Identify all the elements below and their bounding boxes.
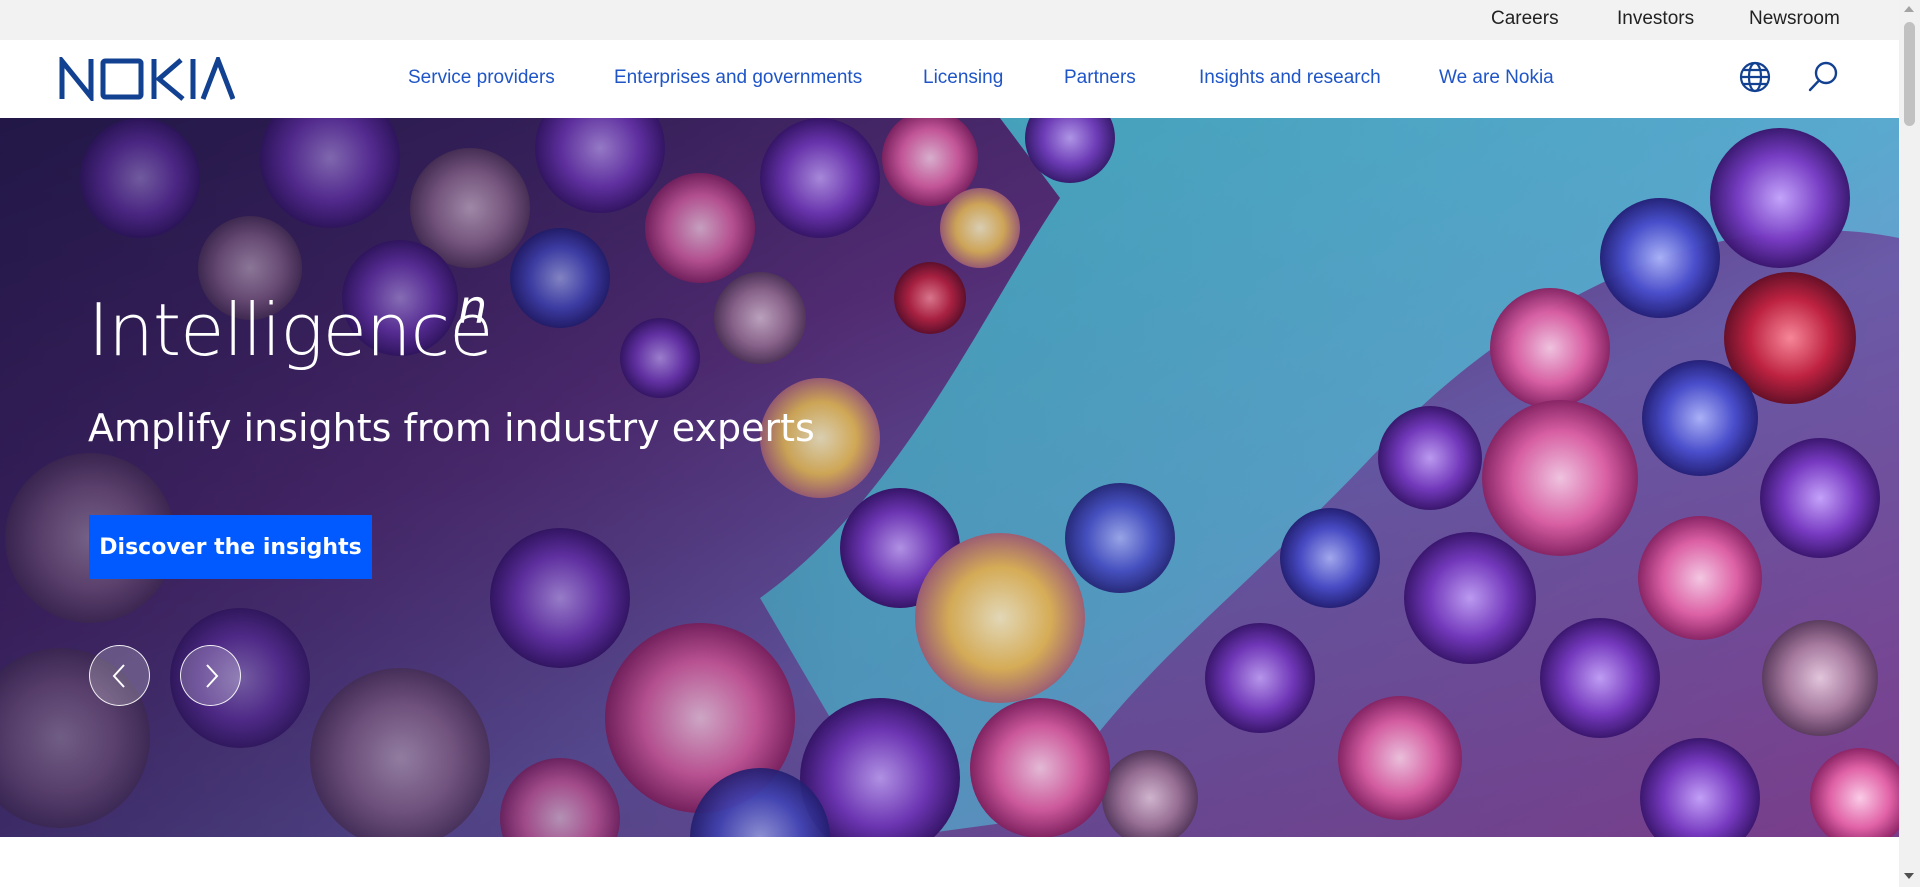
- nav-insights-and-research[interactable]: Insights and research: [1199, 67, 1381, 89]
- hero-title: Intelligence: [88, 288, 493, 372]
- scroll-down-arrow-icon[interactable]: [1904, 873, 1914, 879]
- language-button[interactable]: [1738, 60, 1772, 94]
- hero-flowers-image: [0, 118, 1899, 837]
- nav-we-are-nokia[interactable]: We are Nokia: [1439, 67, 1554, 89]
- chevron-left-icon: [112, 664, 125, 688]
- nav-enterprises-and-governments[interactable]: Enterprises and governments: [614, 67, 862, 89]
- main-navigation: Service providers Enterprises and govern…: [0, 40, 1899, 118]
- nav-partners[interactable]: Partners: [1064, 67, 1136, 89]
- hero-banner: Intelligence n Amplify insights from ind…: [0, 118, 1899, 837]
- careers-link[interactable]: Careers: [1491, 8, 1559, 30]
- scroll-up-arrow-icon[interactable]: [1904, 6, 1914, 12]
- chevron-right-icon: [206, 664, 219, 688]
- nav-licensing[interactable]: Licensing: [923, 67, 1003, 89]
- investors-link[interactable]: Investors: [1617, 8, 1694, 30]
- carousel-prev-button[interactable]: [89, 645, 150, 706]
- utility-bar: Careers Investors Newsroom: [0, 0, 1899, 40]
- page-scrollbar[interactable]: [1899, 0, 1920, 887]
- carousel-next-button[interactable]: [180, 645, 241, 706]
- nokia-logo-icon: [59, 53, 236, 105]
- globe-icon: [1739, 61, 1771, 93]
- newsroom-link[interactable]: Newsroom: [1749, 8, 1840, 30]
- hero-subtitle: Amplify insights from industry experts: [88, 406, 815, 450]
- scrollbar-thumb[interactable]: [1904, 22, 1915, 126]
- nav-service-providers[interactable]: Service providers: [408, 67, 555, 89]
- page: Careers Investors Newsroom Service provi…: [0, 0, 1920, 887]
- discover-insights-button[interactable]: Discover the insights: [89, 515, 372, 579]
- search-icon: [1808, 61, 1838, 92]
- hero-title-superscript: n: [458, 280, 488, 334]
- nokia-logo[interactable]: [59, 53, 236, 105]
- search-button[interactable]: [1806, 60, 1840, 94]
